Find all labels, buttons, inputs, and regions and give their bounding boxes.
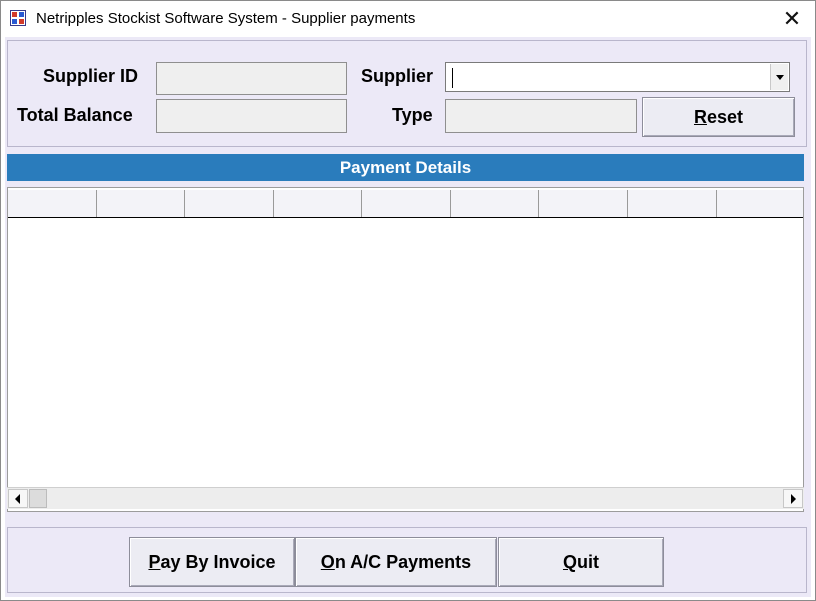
grid-column-header[interactable]: [362, 190, 451, 217]
chevron-down-icon[interactable]: [770, 64, 788, 90]
pay-by-invoice-button[interactable]: Pay By Invoice: [129, 537, 295, 587]
app-logo-icon: [10, 10, 26, 26]
actions-panel: Pay By Invoice On A/C Payments Quit: [7, 527, 807, 593]
grid-column-header[interactable]: [539, 190, 628, 217]
title-bar: Netripples Stockist Software System - Su…: [1, 1, 815, 37]
grid-column-header[interactable]: [96, 190, 186, 217]
type-field[interactable]: [445, 99, 637, 133]
reset-button[interactable]: Reset: [642, 97, 795, 137]
arrow-right-icon[interactable]: [783, 489, 803, 508]
text-caret: [452, 68, 453, 88]
horizontal-scrollbar[interactable]: [7, 487, 804, 509]
payment-details-header: Payment Details: [7, 154, 804, 181]
window-title: Netripples Stockist Software System - Su…: [36, 10, 416, 27]
grid-column-header[interactable]: [716, 190, 803, 217]
form-client-area: Supplier ID Total Balance Supplier Type …: [5, 37, 811, 597]
supplier-label: Supplier: [361, 66, 434, 86]
total-balance-field[interactable]: [156, 99, 347, 133]
quit-button[interactable]: Quit: [498, 537, 664, 587]
supplier-info-panel: Supplier ID Total Balance Supplier Type …: [7, 40, 807, 147]
grid-column-header[interactable]: [185, 190, 274, 217]
supplier-dropdown[interactable]: [445, 62, 790, 92]
scrollbar-thumb[interactable]: [29, 489, 47, 508]
grid-column-headers: [8, 190, 803, 218]
payment-details-grid[interactable]: [7, 187, 804, 512]
grid-column-header[interactable]: [273, 190, 363, 217]
supplier-id-field[interactable]: [156, 62, 347, 95]
close-icon[interactable]: ✕: [769, 1, 815, 37]
on-ac-payments-button[interactable]: On A/C Payments: [295, 537, 497, 587]
arrow-left-icon[interactable]: [8, 489, 28, 508]
grid-column-header[interactable]: [627, 190, 717, 217]
supplier-payments-window: Netripples Stockist Software System - Su…: [0, 0, 816, 601]
type-label: Type: [392, 105, 433, 125]
grid-column-header[interactable]: [8, 190, 97, 217]
supplier-id-label: Supplier ID: [43, 66, 139, 86]
total-balance-label: Total Balance: [17, 105, 133, 125]
grid-column-header[interactable]: [450, 190, 540, 217]
